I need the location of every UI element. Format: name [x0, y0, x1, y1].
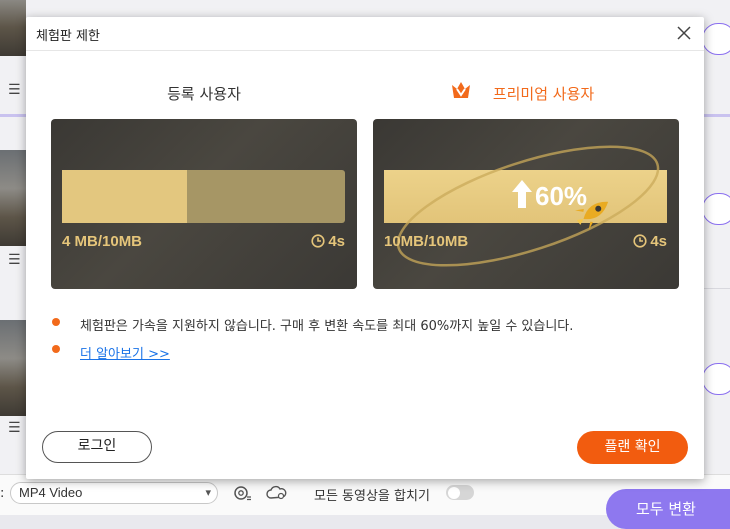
toggle-knob	[448, 486, 460, 499]
registered-speed-card: 4 MB/10MB 4s	[51, 119, 357, 289]
trial-limit-dialog: 체험판 제한 등록 사용자 프리미엄 사용자 4 MB/10MB 4s 60%	[26, 17, 704, 479]
time-value: 4s	[650, 233, 667, 250]
rocket-icon	[575, 201, 609, 231]
premium-user-heading: 프리미엄 사용자	[492, 85, 595, 103]
dialog-title: 체험판 제한	[36, 29, 100, 44]
convert-button[interactable]	[702, 23, 730, 55]
bullet	[52, 345, 60, 353]
convert-button[interactable]	[702, 193, 730, 225]
video-thumbnail[interactable]	[0, 150, 26, 246]
gear-icon[interactable]	[232, 484, 252, 502]
settings-icon[interactable]: ☰	[8, 420, 21, 436]
crown-icon	[450, 79, 472, 101]
close-icon[interactable]	[674, 23, 694, 43]
acceleration-note: 체험판은 가속을 지원하지 않습니다. 구매 후 변환 속도를 최대 60%까지…	[80, 319, 574, 334]
view-plans-button[interactable]: 플랜 확인	[577, 431, 688, 464]
time-label: 4s	[311, 233, 345, 250]
clock-icon	[311, 234, 325, 248]
convert-all-button[interactable]: 모두 변환	[606, 489, 730, 529]
login-button[interactable]: 로그인	[42, 431, 152, 463]
merge-toggle[interactable]	[446, 485, 474, 500]
progress-fill	[62, 170, 187, 223]
format-label-fragment: :	[0, 486, 5, 501]
video-thumbnail[interactable]	[0, 0, 26, 56]
dialog-titlebar: 체험판 제한	[26, 17, 704, 51]
clock-icon	[633, 234, 647, 248]
size-label: 10MB/10MB	[384, 233, 469, 250]
time-label: 4s	[633, 233, 667, 250]
learn-more-link[interactable]: 더 알아보기 >>	[80, 343, 170, 362]
registered-user-heading: 등록 사용자	[167, 85, 241, 103]
merge-label: 모든 동영상을 합치기	[314, 489, 430, 504]
convert-button[interactable]	[702, 363, 730, 395]
premium-speed-card: 60% 10MB/10MB 4s	[373, 119, 679, 289]
time-value: 4s	[328, 233, 345, 250]
cloud-icon[interactable]	[266, 484, 287, 502]
settings-icon[interactable]: ☰	[8, 82, 21, 98]
output-format-select[interactable]: MP4 Video ▾	[10, 482, 218, 504]
video-thumbnail[interactable]	[0, 320, 26, 416]
arrow-up-icon	[512, 180, 532, 208]
settings-icon[interactable]: ☰	[8, 252, 21, 268]
chevron-down-icon: ▾	[205, 487, 211, 499]
progress-track	[62, 170, 345, 223]
bullet	[52, 318, 60, 326]
size-label: 4 MB/10MB	[62, 233, 143, 250]
output-format-value: MP4 Video	[19, 485, 83, 500]
